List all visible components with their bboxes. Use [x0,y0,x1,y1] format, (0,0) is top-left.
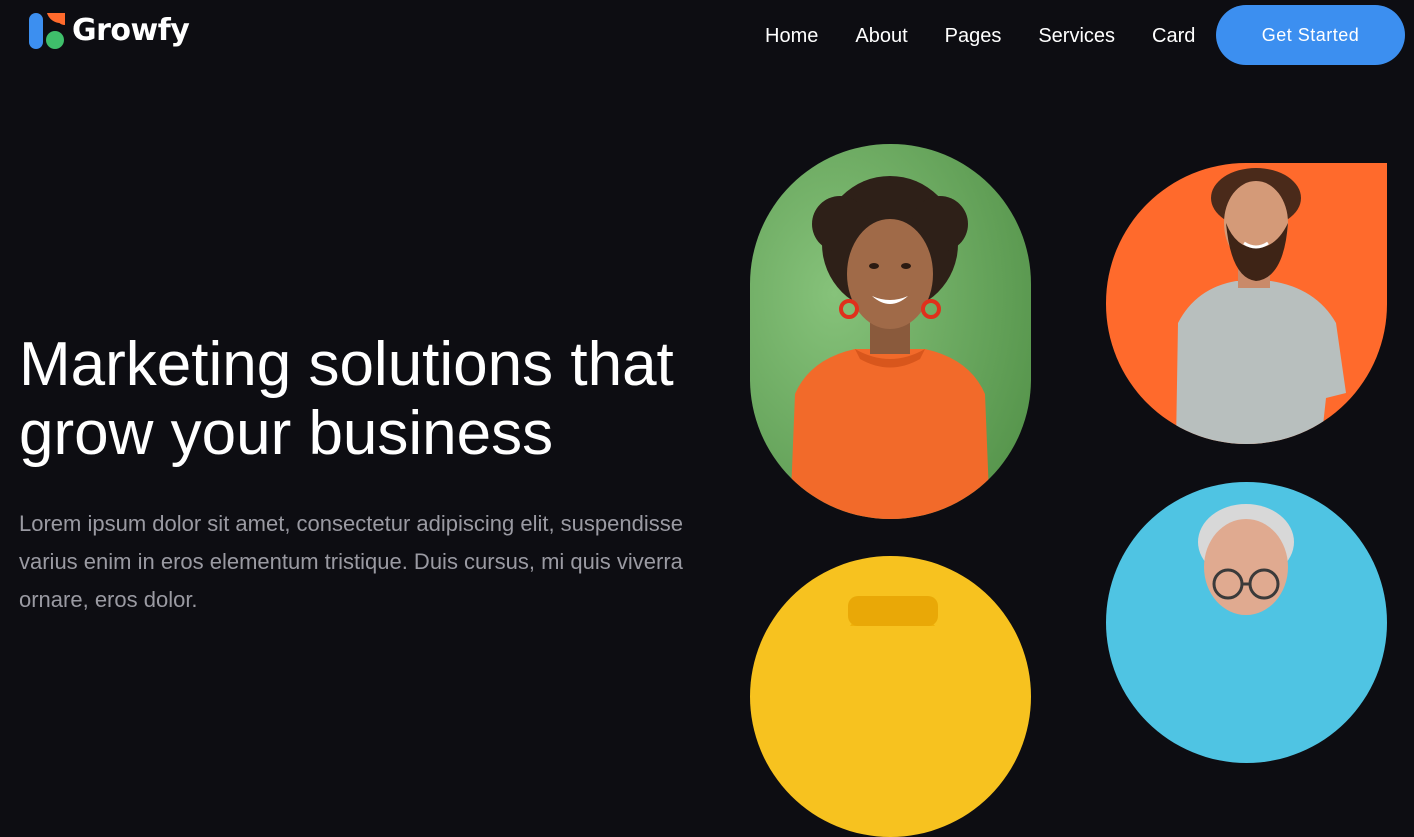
person-yellow-background-photo [750,556,1031,837]
nav-card[interactable]: Card [1152,24,1195,48]
nav-about[interactable]: About [855,24,907,48]
nav-services[interactable]: Services [1038,24,1115,48]
nav-pages[interactable]: Pages [945,24,1002,48]
woman-green-background-photo [750,144,1031,519]
hero-title-line-1: Marketing solutions that [19,330,674,399]
brand-logo[interactable]: Growfy [28,11,190,51]
man-orange-background-photo [1106,163,1387,444]
older-man-blue-background-photo [1106,482,1387,763]
hero-title-line-2: grow your business [19,399,554,468]
brand-name: Growfy [72,13,190,48]
logo-icon [29,13,65,49]
hero-title: Marketing solutions that grow your busin… [19,330,719,468]
nav-home[interactable]: Home [765,24,818,48]
get-started-button[interactable]: Get Started [1216,5,1405,65]
hero-description: Lorem ipsum dolor sit amet, consectetur … [19,511,683,612]
main-nav: Home About Pages Services Card [765,24,1195,48]
